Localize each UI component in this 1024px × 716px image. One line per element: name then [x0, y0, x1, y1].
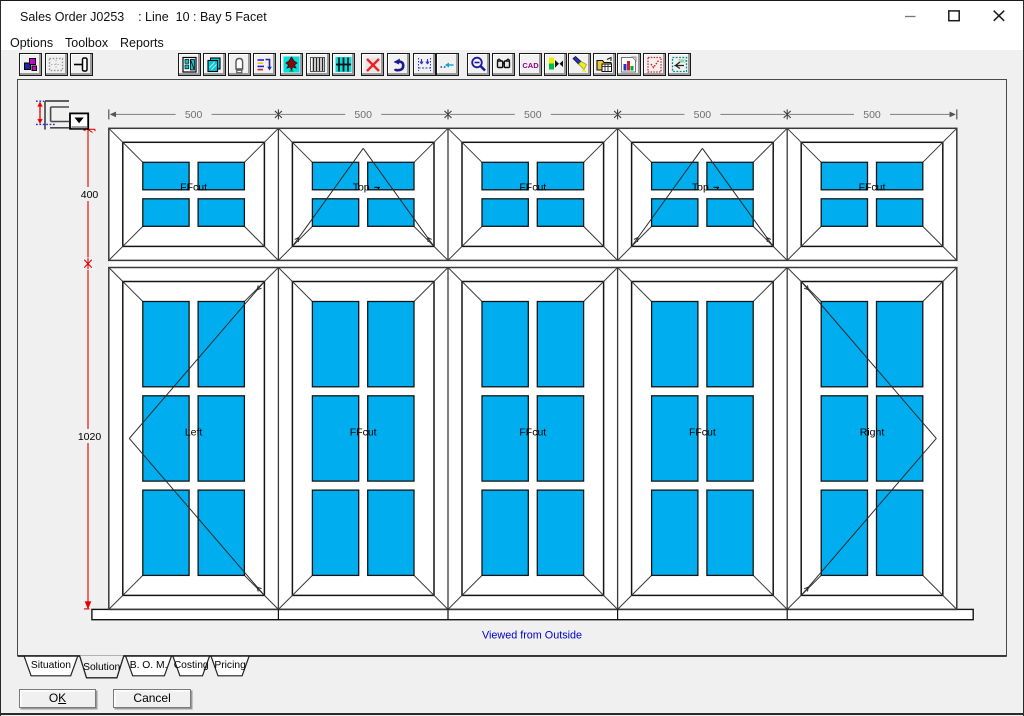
svg-text:B. O. M.: B. O. M.	[130, 660, 168, 671]
svg-text:1020: 1020	[78, 431, 102, 443]
svg-text:Top: Top	[692, 181, 709, 193]
svg-text:500: 500	[524, 109, 542, 121]
svg-text:FFcut: FFcut	[519, 426, 546, 438]
svg-text:FFcut: FFcut	[519, 181, 546, 193]
svg-text:Left: Left	[185, 426, 203, 438]
svg-text:500: 500	[863, 109, 881, 121]
svg-text:Solution: Solution	[83, 662, 120, 673]
svg-text:FFcut: FFcut	[859, 181, 886, 193]
svg-text:FFcut: FFcut	[689, 426, 716, 438]
svg-text:Right: Right	[860, 426, 885, 438]
svg-text:Situation: Situation	[31, 660, 71, 671]
svg-text:Pricing: Pricing	[214, 660, 246, 671]
svg-text:Viewed from Outside: Viewed from Outside	[482, 630, 582, 642]
svg-text:FFcut: FFcut	[180, 181, 207, 193]
svg-text:Top: Top	[353, 181, 370, 193]
svg-text:400: 400	[81, 189, 99, 201]
svg-text:500: 500	[694, 109, 712, 121]
svg-text:500: 500	[354, 109, 372, 121]
svg-text:Costing: Costing	[174, 660, 209, 671]
svg-text:500: 500	[185, 109, 203, 121]
svg-text:FFcut: FFcut	[350, 426, 377, 438]
